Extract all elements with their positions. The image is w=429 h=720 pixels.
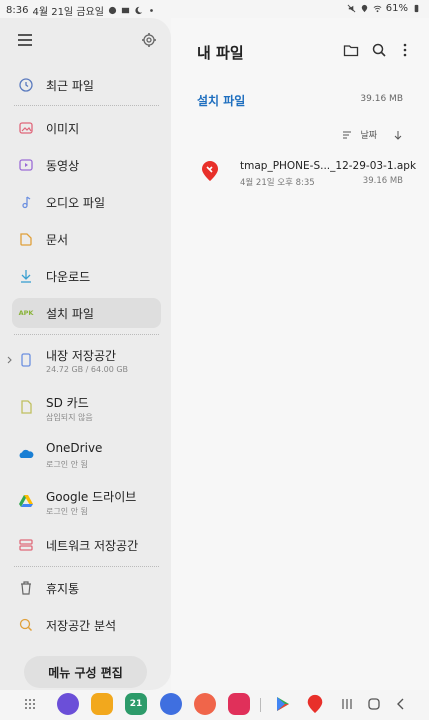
taskbar: 21 (0, 690, 429, 720)
section-title: 설치 파일 (197, 94, 246, 108)
nav-item-label: Google 드라이브 (46, 490, 137, 504)
messages-app-icon[interactable] (160, 693, 182, 715)
nav-item-videos[interactable]: 동영상 (12, 150, 161, 180)
file-date: 4월 21일 오후 8:35 (240, 178, 315, 188)
nav-item-label: OneDrive (46, 441, 103, 455)
moon-icon (135, 6, 143, 15)
battery-percent: 61% (385, 3, 408, 14)
download-icon (21, 270, 31, 283)
play-store-icon[interactable] (274, 695, 292, 713)
video-icon (19, 159, 33, 171)
file-name: tmap_PHONE-S..._12-29-03-1.apk (240, 160, 417, 172)
nav-item-label: 최근 파일 (46, 78, 94, 93)
nav-item-label: 동영상 (46, 158, 80, 173)
nav-item-network-storage[interactable]: 네트워크 저장공간 (12, 530, 161, 560)
back-icon[interactable] (395, 697, 407, 711)
nav-item-label: 내장 저장공간 (46, 349, 117, 363)
section-size: 39.16 MB (360, 94, 403, 104)
nav-item-recent[interactable]: 최근 파일 (12, 70, 161, 100)
notification-icon (108, 6, 117, 15)
sort-icon[interactable] (342, 130, 352, 140)
network-storage-icon (19, 539, 33, 551)
navigation-drawer: 최근 파일 이미지 동영상 오디오 파일 문서 다운로드 APK 설치 파일 내… (0, 18, 171, 690)
nav-item-label: 저장공간 분석 (46, 618, 117, 633)
sort-label[interactable]: 날짜 (360, 128, 377, 141)
wifi-icon (373, 5, 382, 13)
status-date: 4월 21일 금요일 (32, 7, 104, 18)
clock-icon (19, 78, 33, 92)
folder-icon[interactable] (343, 42, 359, 58)
nav-item-label: 이미지 (46, 121, 80, 136)
sd-card-icon (21, 400, 32, 414)
status-bar: 8:36 4월 21일 금요일 61% (0, 0, 429, 18)
tmap-app-icon (202, 161, 218, 181)
my-files-app-icon[interactable] (91, 693, 113, 715)
storage-usage: 24.72 GB / 64.00 GB (46, 365, 129, 374)
status-time: 8:36 (6, 5, 29, 16)
edit-menu-button[interactable]: 메뉴 구성 편집 (24, 656, 147, 688)
taskbar-divider (260, 698, 261, 712)
divider (14, 566, 159, 567)
dot-icon (150, 9, 153, 12)
onedrive-icon (19, 449, 34, 458)
image-icon (19, 122, 33, 134)
storage-status: 로그인 안 됨 (46, 507, 88, 516)
nav-item-documents[interactable]: 문서 (12, 224, 161, 254)
storage-status: 로그인 안 됨 (46, 460, 88, 469)
contacts-app-icon[interactable] (194, 693, 216, 715)
nav-item-install-files[interactable]: APK 설치 파일 (12, 298, 161, 328)
arrow-down-icon[interactable] (393, 130, 403, 140)
hamburger-icon[interactable] (18, 34, 32, 46)
camera-app-icon[interactable] (228, 693, 250, 715)
nav-item-images[interactable]: 이미지 (12, 113, 161, 143)
divider (14, 334, 159, 335)
nav-item-sd-card[interactable]: SD 카드 삽입되지 않음 (12, 391, 161, 427)
tmap-app-icon[interactable] (306, 694, 324, 714)
gear-icon[interactable] (141, 32, 157, 48)
nav-item-google-drive[interactable]: Google 드라이브 로그인 안 됨 (12, 485, 161, 521)
nav-item-label: 설치 파일 (46, 306, 94, 321)
nav-item-trash[interactable]: 휴지통 (12, 573, 161, 603)
internet-app-icon[interactable] (57, 693, 79, 715)
nav-item-label: 다운로드 (46, 269, 91, 284)
music-icon (22, 196, 31, 209)
storage-status: 삽입되지 않음 (46, 413, 93, 422)
sort-controls: 날짜 (342, 128, 403, 141)
nav-item-downloads[interactable]: 다운로드 (12, 261, 161, 291)
nav-item-label: 문서 (46, 232, 69, 247)
google-drive-icon (19, 495, 33, 507)
page-title: 내 파일 (197, 44, 244, 62)
more-options-icon[interactable] (397, 42, 413, 58)
nav-item-onedrive[interactable]: OneDrive 로그인 안 됨 (12, 438, 161, 474)
app-drawer-icon[interactable] (24, 698, 36, 710)
nav-item-label: 네트워크 저장공간 (46, 538, 139, 553)
battery-icon (414, 4, 419, 13)
gallery-icon (121, 7, 130, 14)
file-list-item[interactable]: tmap_PHONE-S..._12-29-03-1.apk 4월 21일 오후… (191, 154, 416, 194)
recents-icon[interactable] (341, 698, 353, 710)
drawer-header (0, 18, 171, 62)
document-icon (20, 233, 32, 246)
apk-icon: APK (18, 309, 34, 317)
search-icon[interactable] (371, 42, 387, 58)
location-icon (361, 4, 367, 13)
main-panel: 내 파일 설치 파일 39.16 MB 날짜 tmap_PHONE-S..._1… (171, 18, 429, 690)
file-size: 39.16 MB (362, 176, 403, 186)
nav-item-storage-analysis[interactable]: 저장공간 분석 (12, 610, 161, 640)
calendar-app-icon[interactable]: 21 (125, 693, 147, 715)
storage-analysis-icon (19, 618, 33, 632)
phone-storage-icon (21, 353, 31, 367)
nav-item-audio[interactable]: 오디오 파일 (12, 187, 161, 217)
home-icon[interactable] (367, 697, 381, 711)
divider (14, 105, 159, 106)
mute-icon (347, 4, 356, 13)
trash-icon (21, 581, 31, 595)
nav-item-label: SD 카드 (46, 396, 89, 410)
nav-item-internal-storage[interactable]: 내장 저장공간 24.72 GB / 64.00 GB (12, 344, 161, 380)
nav-item-label: 휴지통 (46, 581, 80, 596)
nav-item-label: 오디오 파일 (46, 195, 106, 210)
